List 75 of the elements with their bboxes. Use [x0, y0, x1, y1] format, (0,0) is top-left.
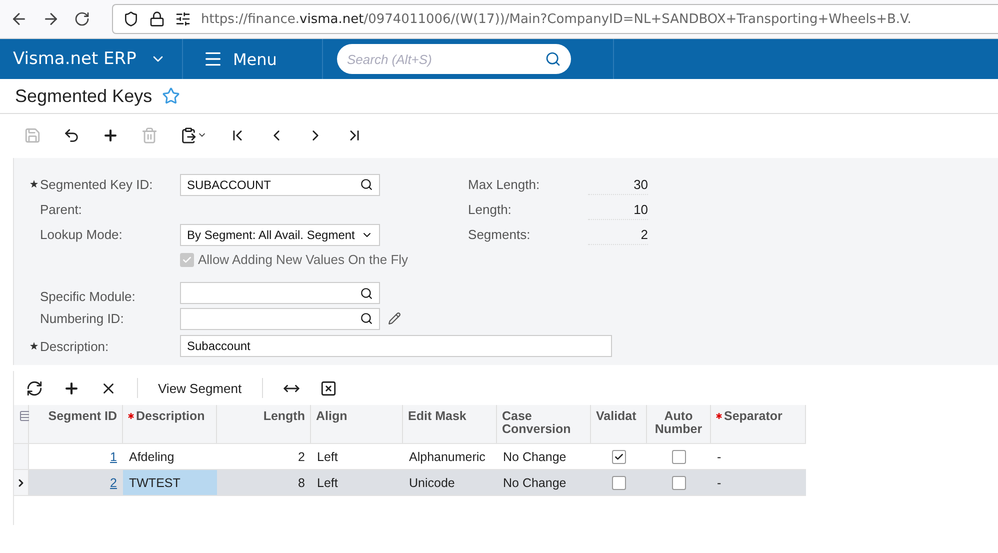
clipboard-icon [180, 126, 197, 144]
page-title: Segmented Keys [15, 86, 152, 106]
pencil-icon[interactable] [388, 312, 401, 325]
plus-icon [63, 380, 80, 396]
table-cell: Unicode [409, 476, 455, 490]
field-value: 2 [588, 224, 648, 244]
table-cell: Afdeling [129, 450, 174, 464]
field-label: Max Length: [468, 177, 541, 192]
column-chooser-icon[interactable] [19, 410, 31, 422]
plus-button[interactable] [102, 126, 119, 144]
table-cell: TWTEST [129, 476, 180, 490]
field-label: Segmented Key ID: [30, 177, 180, 192]
undo-button[interactable] [63, 126, 80, 144]
column-header[interactable]: Segment ID [29, 405, 123, 443]
lookup-field[interactable] [180, 282, 380, 304]
lookup-field[interactable] [180, 308, 380, 330]
field-label: Segments: [468, 227, 532, 242]
check-icon [614, 452, 624, 462]
checkbox[interactable] [612, 476, 626, 490]
dropdown-field[interactable]: By Segment: All Avail. Segment [180, 224, 380, 246]
plus-icon [102, 126, 119, 144]
address-bar[interactable]: https://finance.visma.net/0974011006/(W(17))/Main?CompanyID=NL+SANDBOX+Transporting+Wheels+B.V. [112, 4, 998, 34]
url-text: https://finance.visma.net/0974011006/(W(17))/Main?CompanyID=NL+SANDBOX+Transporting+Wheels+B.V. [201, 12, 912, 26]
check-icon [182, 254, 192, 264]
undo-icon [63, 126, 80, 144]
reload-icon[interactable] [74, 11, 90, 27]
table-cell: - [717, 450, 722, 464]
menu-button[interactable]: Menu [183, 39, 323, 79]
field-label: Specific Module: [39, 289, 136, 304]
trash-icon [141, 126, 158, 144]
field-label: Parent: [39, 202, 83, 217]
field-value: 10 [588, 200, 648, 220]
table-cell: Left [317, 476, 338, 490]
description-field[interactable]: Subaccount [180, 335, 612, 357]
lock-icon [149, 11, 165, 27]
search-icon [360, 312, 373, 325]
checkbox-label: Allow Adding New Values On the Fly [198, 252, 408, 267]
segment-link[interactable]: 2 [110, 476, 117, 490]
refresh-button[interactable] [26, 380, 43, 396]
sliders-icon [175, 11, 191, 27]
field-label: Numbering ID: [39, 311, 125, 326]
field-label: Length: [468, 202, 512, 217]
table-cell: 8 [298, 476, 305, 490]
table-cell: Alphanumeric [409, 450, 486, 464]
table-cell: - [717, 476, 722, 490]
plus-button[interactable] [63, 380, 80, 396]
table-row[interactable]: 1 Afdeling 2 Left Alphanumeric No Change - [14, 444, 806, 470]
checkbox[interactable] [672, 476, 686, 490]
search-field[interactable]: Search (Alt+S) [337, 44, 571, 74]
spreadsheet-icon [320, 380, 337, 396]
shield-icon [123, 11, 139, 27]
search-icon[interactable] [545, 51, 561, 67]
clipboard-button[interactable] [180, 126, 207, 144]
table-cell: 2 [298, 450, 305, 464]
refresh-icon [26, 380, 43, 396]
table-cell: Left [317, 450, 338, 464]
table-cell: No Change [503, 450, 566, 464]
save-icon [24, 126, 41, 144]
field-label: Description: [30, 338, 180, 354]
checkbox[interactable] [612, 450, 626, 464]
spreadsheet-button[interactable] [320, 380, 337, 396]
table-cell: No Change [503, 476, 566, 490]
checkbox[interactable] [672, 450, 686, 464]
search-icon [360, 286, 373, 300]
star-icon[interactable] [162, 87, 180, 105]
field-value: 30 [588, 174, 648, 194]
brand-name: Visma.net ERP [13, 49, 136, 69]
lookup-field[interactable]: SUBACCOUNT [180, 174, 380, 196]
segment-link[interactable]: 1 [110, 450, 117, 464]
view-segment-button[interactable]: View Segment [158, 380, 242, 396]
back-icon[interactable] [10, 10, 28, 28]
field-label: Lookup Mode: [39, 227, 124, 242]
table-row[interactable]: 2 TWTEST 8 Left Unicode No Change - [14, 470, 806, 496]
search-icon [360, 178, 373, 191]
forward-icon[interactable] [42, 10, 60, 28]
